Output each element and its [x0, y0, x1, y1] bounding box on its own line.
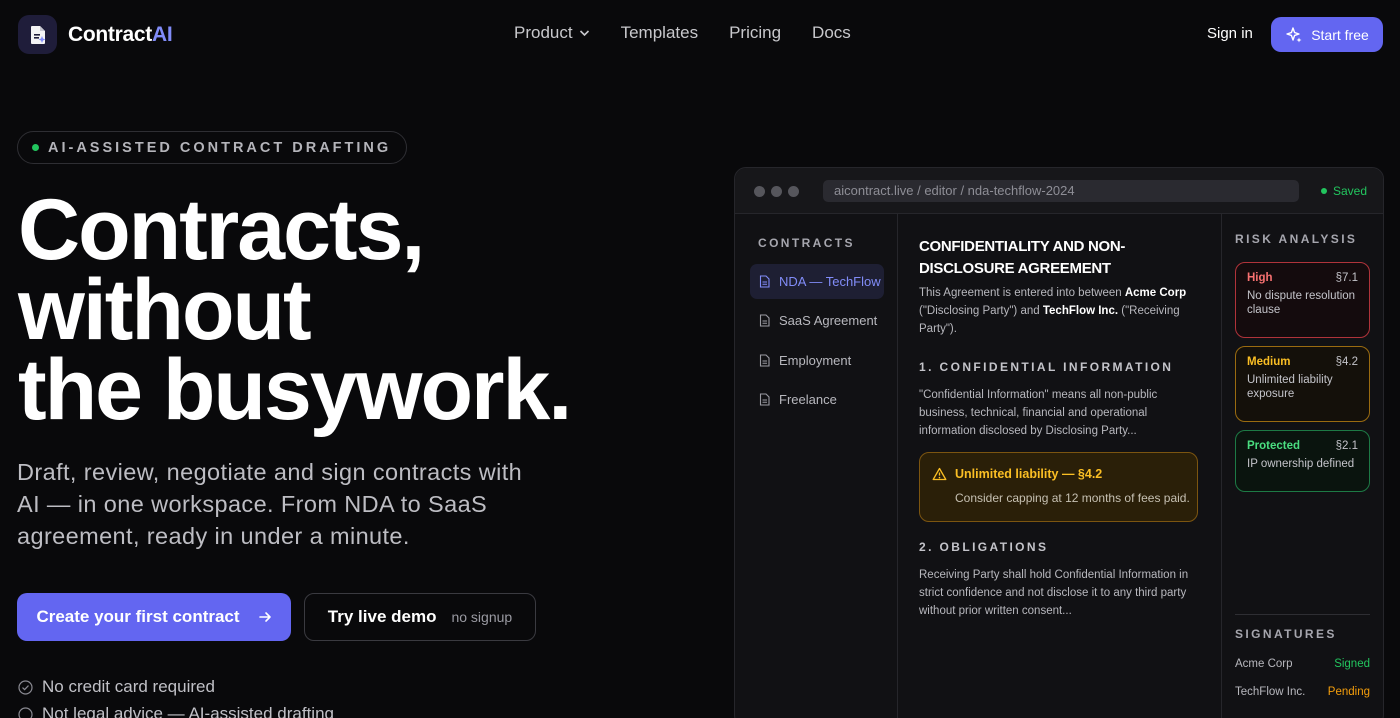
top-nav: ContractAI Product Templates Pricing Doc… — [0, 0, 1400, 68]
file-icon — [759, 275, 770, 288]
nav-pricing[interactable]: Pricing — [729, 23, 781, 43]
risk-analysis-label: RISK ANALYSIS — [1235, 232, 1358, 246]
section-1-text: "Confidential Information" means all non… — [919, 389, 1158, 437]
sidebar-item-label: SaaS Agreement — [779, 313, 878, 328]
sparkle-icon — [1286, 26, 1302, 42]
headline-line-1: Contracts, — [18, 182, 425, 278]
section-2-heading: 2. OBLIGATIONS — [919, 540, 1049, 554]
divider — [1235, 614, 1370, 615]
document-ai-icon — [18, 15, 57, 54]
liability-warning[interactable]: Unlimited liability — §4.2 Consider capp… — [919, 452, 1198, 522]
risk-level: Protected — [1247, 440, 1301, 452]
url-bar[interactable]: aicontract.live / editor / nda-techflow-… — [823, 180, 1299, 202]
sidebar-item-label: Freelance — [779, 392, 837, 407]
warning-text: Consider capping at 12 months of fees pa… — [955, 491, 1190, 505]
editor-preview: aicontract.live / editor / nda-techflow-… — [734, 167, 1384, 718]
risk-panel: RISK ANALYSIS High §7.1 No dispute resolu… — [1221, 214, 1383, 718]
signatures-label: SIGNATURES — [1235, 627, 1337, 641]
sign-in-link[interactable]: Sign in — [1207, 25, 1253, 42]
risk-card-protected[interactable]: Protected §2.1 IP ownership defined — [1235, 430, 1370, 492]
file-icon — [759, 314, 770, 327]
saved-dot — [1321, 188, 1327, 194]
risk-card-high[interactable]: High §7.1 No dispute resolution clause — [1235, 262, 1370, 338]
status-dot — [32, 144, 39, 151]
document-intro: This Agreement is entered into between A… — [919, 287, 1187, 335]
check-circle-icon — [18, 679, 33, 695]
risk-level: Medium — [1247, 356, 1291, 368]
signer-name: Acme Corp — [1235, 658, 1293, 670]
risk-desc: Unlimited liability exposure — [1247, 374, 1333, 400]
saved-status: Saved — [1321, 184, 1367, 198]
sidebar-item-freelance[interactable]: Freelance — [750, 382, 884, 417]
window-controls — [754, 186, 805, 197]
file-icon — [759, 354, 770, 367]
contracts-sidebar: CONTRACTS NDA — TechFlow Inc. SaaS Agree… — [735, 214, 898, 718]
sidebar-item-label: NDA — TechFlow Inc. — [779, 274, 884, 289]
saved-label: Saved — [1333, 184, 1368, 198]
live-demo-label: Try live demo — [327, 607, 437, 626]
signature-row-acme: Acme Corp Signed — [1235, 658, 1370, 670]
signature-status: Signed — [1334, 658, 1370, 670]
no-signup-note: no signup — [451, 609, 513, 625]
document-title: CONFIDENTIALITY AND NON-DISCLOSURE AGREE… — [919, 238, 1126, 277]
eyebrow-text: AI-ASSISTED CONTRACT DRAFTING — [48, 139, 392, 156]
eyebrow-badge: AI-ASSISTED CONTRACT DRAFTING — [17, 131, 408, 164]
create-contract-label: Create your first contract — [36, 607, 240, 626]
risk-desc: No dispute resolution clause — [1247, 290, 1356, 316]
risk-desc: IP ownership defined — [1247, 458, 1355, 470]
file-icon — [759, 393, 770, 406]
start-free-button[interactable]: Start free — [1271, 17, 1383, 52]
risk-section: §2.1 — [1335, 440, 1358, 452]
hero-headline: Contracts, without the busywork. — [18, 182, 572, 438]
check-text: No credit card required — [42, 677, 215, 696]
warning-title: Unlimited liability — §4.2 — [955, 467, 1103, 481]
nav-product-label: Product — [514, 23, 573, 42]
warning-triangle-icon — [932, 467, 947, 481]
logo[interactable]: ContractAI — [18, 15, 173, 54]
start-free-label: Start free — [1311, 26, 1369, 43]
sidebar-item-employment[interactable]: Employment — [750, 343, 884, 378]
signer-name: TechFlow Inc. — [1235, 686, 1306, 698]
risk-section: §4.2 — [1335, 356, 1358, 368]
brand-name: ContractAI — [68, 22, 173, 46]
nav-templates[interactable]: Templates — [621, 23, 698, 43]
headline-line-3: the busywork. — [18, 342, 572, 438]
editor-titlebar: aicontract.live / editor / nda-techflow-… — [735, 168, 1383, 214]
nav-product[interactable]: Product — [514, 23, 590, 43]
nav-links: Product Templates Pricing Docs — [514, 23, 882, 43]
risk-section: §7.1 — [1335, 272, 1358, 284]
hero-subheadline: Draft, review, negotiate and sign contra… — [17, 459, 523, 549]
section-2-text: Receiving Party shall hold Confidential … — [919, 569, 1189, 617]
document-pane: CONFIDENTIALITY AND NON-DISCLOSURE AGREE… — [898, 214, 1221, 718]
section-1-heading: 1. CONFIDENTIAL INFORMATION — [919, 360, 1174, 374]
signature-row-techflow: TechFlow Inc. Pending — [1235, 686, 1370, 698]
contracts-label: CONTRACTS — [758, 236, 855, 250]
risk-level: High — [1247, 272, 1273, 284]
info-circle-icon — [18, 706, 33, 718]
check-not-legal-advice: Not legal advice — AI-assisted drafting — [18, 704, 334, 718]
risk-card-medium[interactable]: Medium §4.2 Unlimited liability exposure — [1235, 346, 1370, 422]
nav-docs[interactable]: Docs — [812, 23, 851, 43]
chevron-down-icon — [579, 30, 589, 37]
create-contract-button[interactable]: Create your first contract — [17, 593, 291, 641]
sidebar-item-saas[interactable]: SaaS Agreement — [750, 303, 884, 338]
headline-line-2: without — [18, 262, 312, 358]
live-demo-button[interactable]: Try live demo no signup — [304, 593, 536, 641]
check-no-credit-card: No credit card required — [18, 677, 215, 697]
sidebar-item-label: Employment — [779, 353, 852, 368]
sidebar-item-nda[interactable]: NDA — TechFlow Inc. — [750, 264, 884, 299]
signature-status: Pending — [1327, 686, 1370, 698]
arrow-right-icon — [258, 612, 271, 622]
check-text: Not legal advice — AI-assisted drafting — [42, 704, 334, 718]
